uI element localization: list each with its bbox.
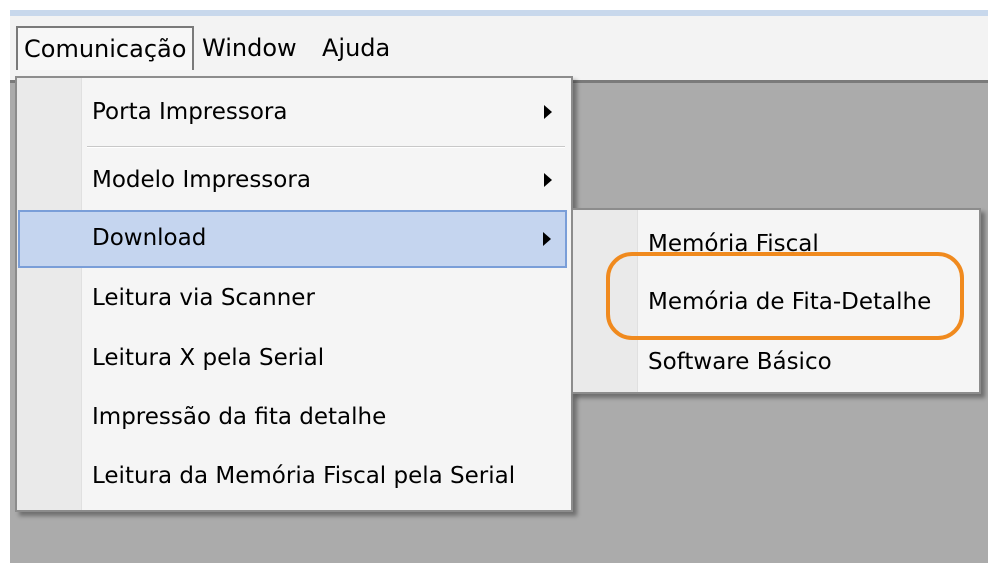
menu-item-label: Leitura X pela Serial [92, 345, 325, 371]
submenu-arrow-icon [544, 173, 552, 187]
menubar-item-window[interactable]: Window [196, 26, 303, 70]
menu-item-impressao-fita-detalhe[interactable]: Impressão da fita detalhe [20, 389, 568, 445]
menubar-item-comunicacao[interactable]: Comunicação [16, 26, 194, 70]
menu-item-label: Software Básico [648, 349, 832, 375]
menu-item-modelo-impressora[interactable]: Modelo Impressora [20, 152, 568, 208]
menu-item-leitura-memoria-fiscal-serial[interactable]: Leitura da Memória Fiscal pela Serial [20, 448, 568, 504]
menu-item-porta-impressora[interactable]: Porta Impressora [20, 84, 568, 140]
menu-item-download[interactable]: Download [18, 210, 567, 268]
menu-bar: Comunicação Window Ajuda [10, 16, 988, 83]
menu-item-leitura-x-serial[interactable]: Leitura X pela Serial [20, 330, 568, 386]
menu-item-label: Download [92, 225, 207, 251]
menu-item-label: Impressão da fita detalhe [92, 404, 387, 430]
menu-item-leitura-scanner[interactable]: Leitura via Scanner [20, 270, 568, 326]
menu-separator [87, 146, 565, 148]
menubar-item-ajuda[interactable]: Ajuda [316, 26, 396, 70]
submenu-arrow-icon [544, 105, 552, 119]
annotation-highlight-ring [606, 252, 964, 340]
menu-item-label: Porta Impressora [92, 99, 288, 125]
menu-item-label: Leitura via Scanner [92, 285, 315, 311]
comunicacao-menu: Porta Impressora Modelo Impressora Downl… [15, 76, 573, 512]
submenu-arrow-icon [543, 232, 551, 246]
menu-item-label: Modelo Impressora [92, 167, 311, 193]
menu-item-software-basico[interactable]: Software Básico [576, 334, 976, 390]
menu-item-label: Leitura da Memória Fiscal pela Serial [92, 463, 516, 489]
